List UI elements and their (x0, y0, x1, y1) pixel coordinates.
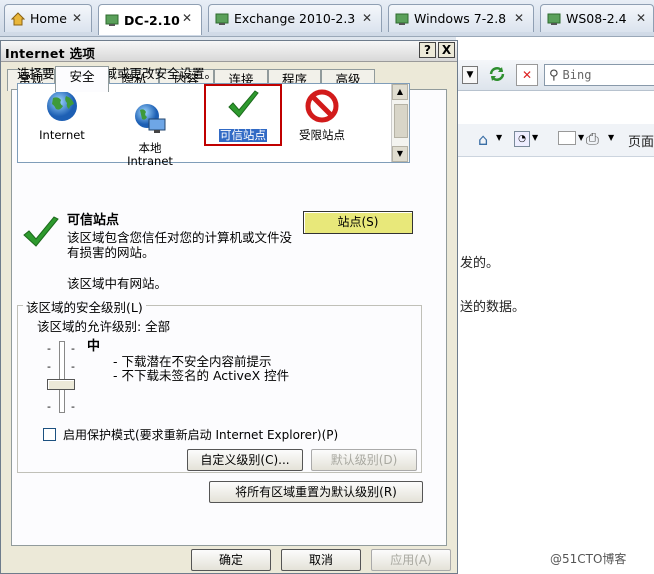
vm-tab-ws08[interactable]: WS08-2.4 ✕ (540, 4, 654, 32)
zone-list-scrollbar[interactable]: ▲ ▼ (391, 84, 409, 162)
help-button[interactable]: ? (419, 42, 436, 58)
refresh-icon[interactable] (486, 64, 508, 84)
level-bullet: - 不下载未签名的 ActiveX 控件 (113, 368, 290, 383)
slider-tick: - (71, 342, 75, 355)
dropdown-arrow-icon[interactable]: ▼ (462, 66, 478, 84)
restricted-icon (305, 89, 339, 123)
vm-icon (105, 14, 119, 26)
zone-sites-note: 该区域中有网站。 (67, 276, 168, 291)
security-level-slider[interactable] (59, 341, 65, 413)
zone-prompt: 选择要查看的区域或更改安全设置。 (17, 66, 218, 81)
vm-tab-strip: Home ✕ DC-2.10 ✕ Exchange 2010-2.3 ✕ Win… (0, 0, 654, 37)
chevron-down-icon[interactable]: ▼ (532, 133, 538, 142)
title-bar[interactable]: Internet 选项 ? X (1, 41, 457, 62)
cancel-button[interactable]: 取消 (281, 549, 361, 571)
custom-level-button[interactable]: 自定义级别(C)... (187, 449, 303, 471)
globe-icon (47, 91, 77, 121)
selected-zone-name: 可信站点 (67, 213, 120, 228)
zone-trusted-sites[interactable]: 可信站点 (204, 84, 282, 146)
vm-tab-dc[interactable]: DC-2.10 ✕ (98, 4, 202, 35)
chevron-down-icon[interactable]: ▼ (608, 133, 614, 142)
vm-tab-exchange[interactable]: Exchange 2010-2.3 ✕ (208, 4, 382, 32)
close-icon[interactable]: ✕ (362, 12, 375, 25)
chevron-down-icon[interactable]: ▼ (578, 133, 584, 142)
apply-button[interactable]: 应用(A) (371, 549, 451, 571)
vm-tab-win7[interactable]: Windows 7-2.8 ✕ (388, 4, 534, 32)
scroll-up-icon[interactable]: ▲ (392, 84, 408, 100)
zone-label: 可信站点 (219, 128, 267, 142)
vm-tab-label: DC-2.10 (124, 12, 180, 28)
allowed-levels: 该区域的允许级别: 全部 (37, 319, 171, 334)
feeds-icon[interactable]: ◔ (514, 131, 530, 147)
protected-mode-checkbox[interactable] (43, 428, 56, 441)
zone-label: 本地 Intranet (127, 141, 173, 168)
zone-local-intranet[interactable]: 本地 Intranet (110, 88, 190, 181)
default-level-button[interactable]: 默认级别(D) (311, 449, 417, 471)
security-level-label: 该区域的安全级别(L) (23, 297, 146, 316)
browser-text-line: 发的。 (460, 256, 500, 271)
vm-icon (395, 13, 409, 25)
home-icon[interactable]: ⌂ (478, 130, 488, 149)
zone-label: Internet (39, 128, 85, 142)
search-box[interactable]: ⚲ Bing (544, 64, 654, 86)
protected-mode-option[interactable]: 启用保护模式(要求重新启动 Internet Explorer)(P) (43, 426, 338, 443)
browser-text-line: 送的数据。 (460, 300, 526, 315)
checkmark-icon (23, 216, 59, 247)
page-menu[interactable]: 页面 (628, 131, 654, 150)
sites-button[interactable]: 站点(S) (303, 211, 413, 234)
zone-restricted-sites[interactable]: 受限站点 (282, 88, 362, 142)
tab-security[interactable]: 安全 (55, 66, 109, 92)
slider-tick: - (47, 400, 51, 413)
zone-list: Internet 本地 Intranet 可信站点 受限站点 ▲ ▼ (17, 83, 410, 168)
stop-icon[interactable]: ✕ (516, 64, 538, 86)
internet-options-dialog: Internet 选项 ? X 常规 安全 隐私 内容 连接 程序 高级 选择要… (0, 40, 458, 574)
scroll-down-icon[interactable]: ▼ (392, 146, 408, 162)
print-icon[interactable]: ⎙ (586, 129, 599, 149)
reset-all-zones-button[interactable]: 将所有区域重置为默认级别(R) (209, 481, 423, 503)
protected-mode-label: 启用保护模式(要求重新启动 Internet Explorer)(P) (63, 428, 339, 442)
scroll-thumb[interactable] (394, 104, 408, 138)
ok-button[interactable]: 确定 (191, 549, 271, 571)
vm-tab-label: WS08-2.4 (566, 11, 627, 26)
slider-tick: - (71, 400, 75, 413)
home-icon (11, 11, 25, 25)
watermark: @51CTO博客 (550, 552, 627, 566)
slider-tick: - (47, 360, 51, 373)
dialog-title: Internet 选项 (5, 46, 96, 61)
vm-tab-label: Exchange 2010-2.3 (234, 11, 356, 26)
zone-internet[interactable]: Internet (22, 88, 102, 142)
close-icon[interactable]: ✕ (72, 12, 85, 25)
close-icon[interactable]: ✕ (182, 12, 195, 25)
chevron-down-icon[interactable]: ▼ (496, 133, 502, 142)
search-placeholder: Bing (562, 68, 592, 82)
security-level-name: 中 (87, 339, 101, 354)
vm-icon (547, 13, 561, 25)
close-icon[interactable]: ✕ (514, 12, 527, 25)
level-bullet: - 下载潜在不安全内容前提示 (113, 354, 272, 369)
slider-tick: - (47, 342, 51, 355)
vm-icon (215, 13, 229, 25)
search-icon: ⚲ (549, 67, 559, 83)
vm-tab-home[interactable]: Home ✕ (4, 4, 92, 32)
mail-icon[interactable] (558, 131, 576, 145)
vm-tab-label: Windows 7-2.8 (414, 11, 507, 26)
intranet-icon (135, 104, 166, 133)
slider-tick: - (71, 360, 75, 373)
zone-description: 该区域包含您信任对您的计算机或文件没有损害的网站。 (67, 230, 293, 260)
vm-tab-label: Home (30, 11, 67, 26)
browser-command-bar: ⌂ ▼ ◔ ▼ ▼ ⎙ ▼ 页面 (456, 124, 654, 157)
slider-thumb[interactable] (47, 379, 75, 390)
checkmark-icon (228, 90, 259, 118)
zone-label: 受限站点 (299, 128, 345, 142)
browser-address-toolbar: ▼ ✕ ⚲ Bing (456, 60, 654, 91)
close-button[interactable]: X (438, 42, 455, 58)
close-icon[interactable]: ✕ (636, 12, 649, 25)
